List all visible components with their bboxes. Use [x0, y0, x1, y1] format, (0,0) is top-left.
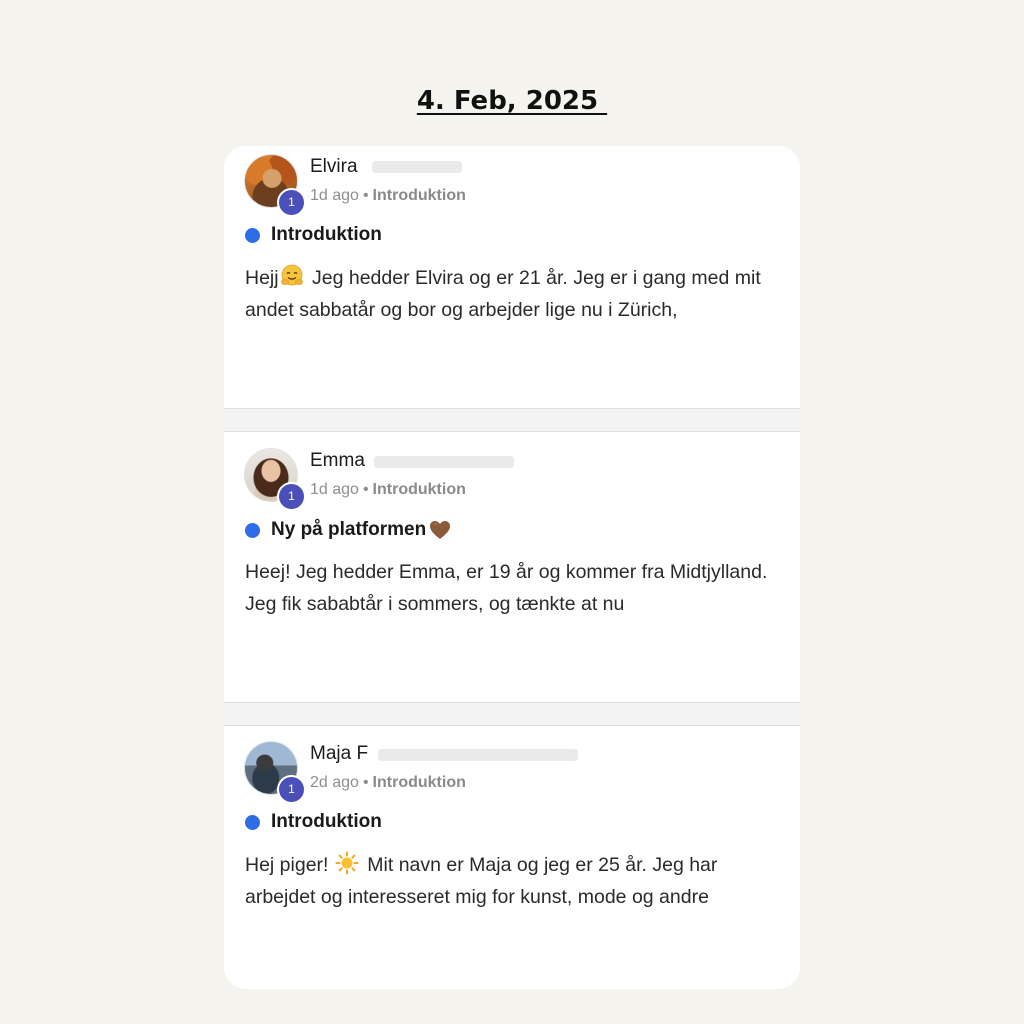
post-card[interactable]: 1 Emma 1d ago • Introduktion Ny på platfor…	[224, 432, 800, 702]
post-title-text: Introduktion	[271, 224, 382, 245]
category-dot-icon	[245, 814, 260, 830]
author-avatar-wrap[interactable]: 1	[244, 741, 306, 804]
post-meta: 1d ago • Introduktion	[310, 481, 466, 499]
post-title[interactable]: Introduktion	[245, 224, 382, 246]
post-card[interactable]: 1 Elvira 1d ago • Introduktion Introduktio…	[224, 146, 800, 408]
post-body: Hej piger! Mit navn er Maja og jeg er 25…	[245, 849, 785, 913]
author-avatar-wrap[interactable]: 1	[244, 154, 306, 217]
meta-separator: •	[362, 187, 369, 204]
post-title[interactable]: Introduktion	[245, 811, 382, 833]
post-body-text-start: Hejj	[245, 267, 279, 289]
author-name[interactable]: Elvira	[310, 156, 358, 178]
post-time: 2d ago	[310, 774, 359, 791]
level-badge: 1	[277, 188, 306, 217]
level-badge: 1	[277, 482, 306, 511]
post-category[interactable]: Introduktion	[373, 774, 466, 791]
smiling-hug-emoji-icon	[280, 264, 303, 286]
post-feed: 1 Elvira 1d ago • Introduktion Introduktio…	[224, 146, 800, 989]
post-body-text-start: Hej piger!	[245, 854, 334, 876]
sun-emoji-icon	[335, 851, 359, 875]
category-dot-icon	[245, 522, 260, 538]
post-body: Hejj Jeg hedder Elvira og er 21 år. Jeg …	[245, 262, 785, 326]
redaction-mark	[374, 456, 514, 468]
meta-separator: •	[362, 481, 369, 498]
post-category[interactable]: Introduktion	[373, 481, 466, 498]
post-title-text: Introduktion	[271, 811, 382, 832]
post-time: 1d ago	[310, 481, 359, 498]
post-meta: 2d ago • Introduktion	[310, 774, 466, 792]
author-name[interactable]: Emma	[310, 450, 365, 472]
post-category[interactable]: Introduktion	[373, 187, 466, 204]
post-time: 1d ago	[310, 187, 359, 204]
author-avatar-wrap[interactable]: 1	[244, 448, 306, 511]
post-meta: 1d ago • Introduktion	[310, 187, 466, 205]
post-divider	[224, 408, 800, 432]
redaction-mark	[378, 749, 578, 761]
redaction-mark	[372, 161, 462, 173]
post-divider	[224, 702, 800, 726]
meta-separator: •	[362, 774, 369, 791]
post-title-text: Ny på platformen	[271, 519, 427, 540]
brown-heart-emoji-icon	[430, 521, 451, 539]
post-card[interactable]: 1 Maja F 2d ago • Introduktion Introduktio…	[224, 726, 800, 989]
post-body-text-end: Jeg hedder Elvira og er 21 år. Jeg er i …	[245, 267, 761, 321]
category-dot-icon	[245, 227, 260, 243]
post-body: Heej! Jeg hedder Emma, er 19 år og komme…	[245, 561, 768, 615]
level-badge: 1	[277, 775, 306, 804]
post-title[interactable]: Ny på platformen	[245, 518, 455, 542]
author-name[interactable]: Maja F	[310, 743, 368, 765]
page-title: 4. Feb, 2025	[416, 86, 608, 116]
